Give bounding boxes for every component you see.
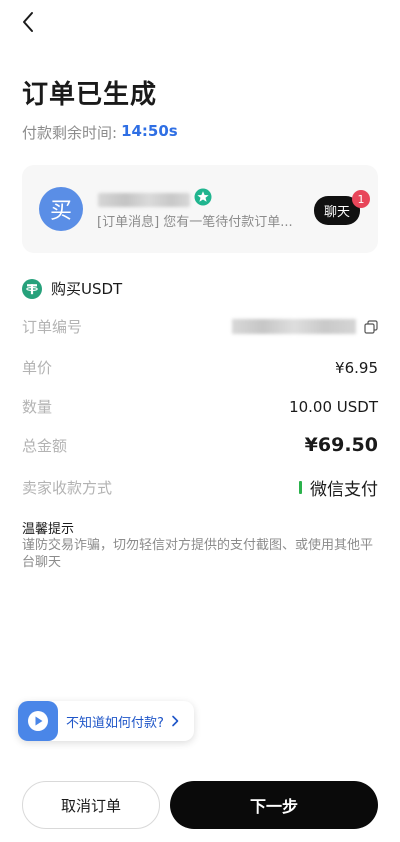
tips-text: 谨防交易诈骗，切勿轻信对方提供的支付截图、或使用其他平台聊天	[22, 538, 374, 570]
unread-badge: 1	[352, 190, 370, 208]
play-icon	[28, 711, 48, 731]
seller-avatar: 买	[39, 187, 83, 231]
order-number-row: 订单编号	[22, 316, 378, 337]
quantity-value: 10.00 USDT	[289, 397, 378, 416]
order-page: 订单已生成 付款剩余时间: 14:50s 买 [订单消息] 您有一笔待付款订单.…	[0, 0, 400, 842]
page-title: 订单已生成	[22, 80, 158, 110]
seller-last-message: [订单消息] 您有一笔待付款订单...	[97, 215, 293, 230]
payment-method: 微信支付	[299, 475, 378, 500]
tips-title: 温馨提示	[22, 522, 75, 537]
seller-card[interactable]: 买 [订单消息] 您有一笔待付款订单... 聊天 1	[22, 165, 378, 253]
unit-price-label: 单价	[22, 359, 53, 377]
payment-method-label: 卖家收款方式	[22, 479, 113, 497]
unit-price-row: 单价 ¥6.95	[22, 357, 378, 378]
total-amount-label: 总金额	[22, 436, 68, 455]
timer-label: 付款剩余时间:	[22, 124, 118, 142]
quantity-row: 数量 10.00 USDT	[22, 396, 378, 417]
back-button[interactable]	[14, 8, 42, 36]
payment-method-value: 微信支付	[310, 480, 378, 500]
chevron-right-icon	[172, 715, 179, 727]
total-amount-row: 总金额 ¥69.50	[22, 434, 378, 456]
play-tile	[18, 701, 58, 741]
verified-star-icon	[194, 188, 212, 206]
wechat-pay-indicator	[299, 481, 302, 494]
seller-name-redacted	[98, 193, 190, 207]
payment-help-label: 不知道如何付款?	[66, 715, 164, 731]
next-step-button[interactable]: 下一步	[170, 781, 378, 829]
quantity-label: 数量	[22, 398, 53, 416]
payment-help-button[interactable]: 不知道如何付款?	[18, 701, 194, 741]
order-number-label: 订单编号	[22, 318, 83, 336]
product-row: 购买USDT	[22, 278, 122, 299]
product-label: 购买USDT	[51, 280, 123, 298]
payment-method-row: 卖家收款方式 微信支付	[22, 475, 378, 500]
copy-icon[interactable]	[364, 319, 378, 334]
cancel-order-button[interactable]: 取消订单	[22, 781, 160, 829]
payment-timer: 付款剩余时间: 14:50s	[22, 122, 178, 143]
usdt-icon	[22, 278, 42, 299]
total-amount-value: ¥69.50	[304, 434, 378, 456]
chevron-left-icon	[23, 12, 33, 32]
unit-price-value: ¥6.95	[335, 358, 378, 377]
order-number-redacted	[232, 319, 356, 334]
timer-value: 14:50s	[121, 122, 178, 140]
